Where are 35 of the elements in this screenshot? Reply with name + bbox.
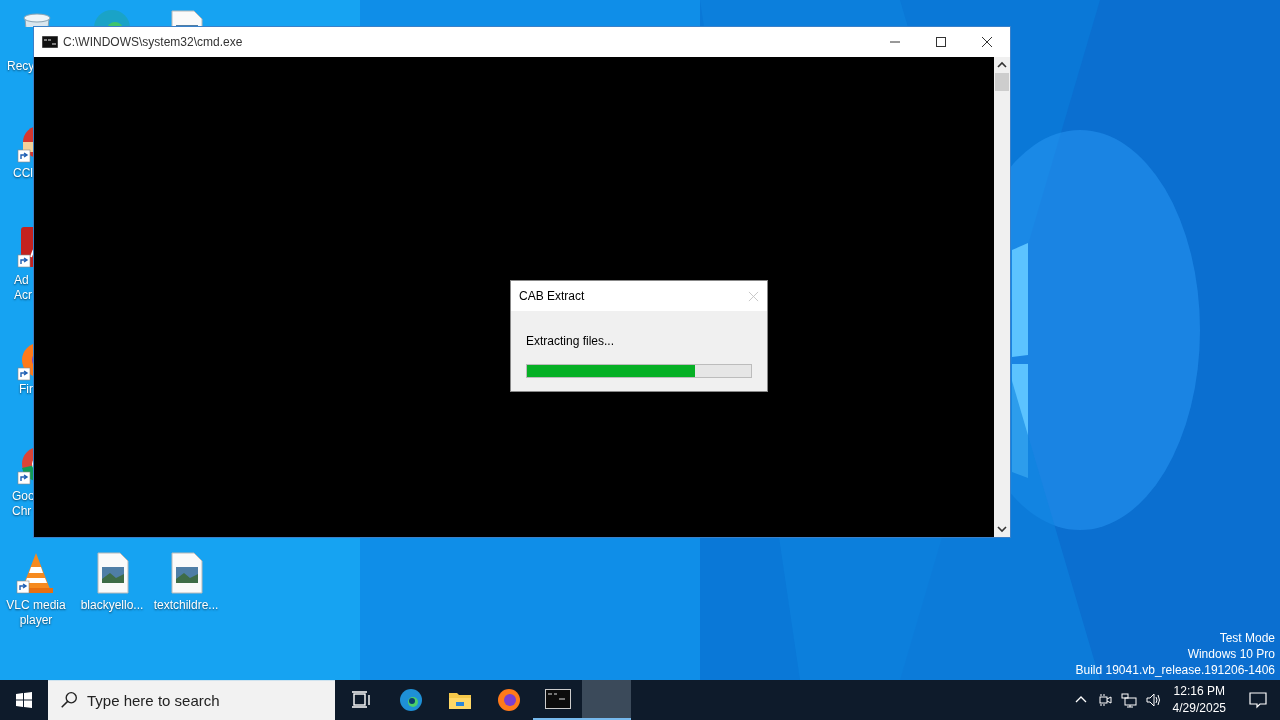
network-icon[interactable]: [1120, 692, 1137, 708]
watermark-text: Build 19041.vb_release.191206-1406: [1075, 662, 1275, 678]
console-icon: [42, 36, 58, 48]
icon-label: Goo Chr: [12, 489, 35, 519]
task-view-icon: [351, 691, 372, 709]
icon-label: Recy: [7, 59, 35, 74]
scrollbar[interactable]: [994, 57, 1010, 537]
folder-icon: [447, 690, 472, 710]
maximize-icon: [935, 36, 947, 48]
dialog-title: CAB Extract: [519, 289, 585, 303]
taskbar-button[interactable]: [582, 680, 631, 720]
close-icon: [981, 36, 993, 48]
status-message: Extracting files...: [526, 334, 616, 348]
watermark-text: Test Mode: [1219, 630, 1275, 646]
notification-icon[interactable]: [1248, 690, 1268, 710]
watermark-text: Windows 10 Pro: [1187, 646, 1275, 662]
cone-icon[interactable]: [16, 551, 56, 595]
search-icon: [60, 691, 78, 709]
clock-time[interactable]: 12:16 PM: [1173, 683, 1225, 700]
window-title: C:\WINDOWS\system32\cmd.exe: [63, 35, 243, 49]
scroll-thumb[interactable]: [995, 73, 1009, 91]
start-icon: [16, 692, 32, 708]
icon-label: Fir: [19, 382, 33, 397]
camera-icon[interactable]: [1096, 692, 1113, 708]
volume-icon[interactable]: [1144, 692, 1161, 708]
icon-label: VLC media player: [5, 598, 67, 628]
icon-label: CCl: [13, 166, 33, 181]
icon-label: textchildre...: [152, 598, 220, 613]
console-icon: [544, 689, 571, 709]
fox-globe-icon: [496, 688, 521, 712]
swirl-icon: [398, 688, 423, 712]
search-field[interactable]: Type here to search: [48, 680, 335, 720]
clock-date[interactable]: 4/29/2025: [1172, 700, 1226, 717]
icon-label: Ad Acr: [14, 273, 32, 303]
icon-label: blackyello...: [79, 598, 145, 613]
